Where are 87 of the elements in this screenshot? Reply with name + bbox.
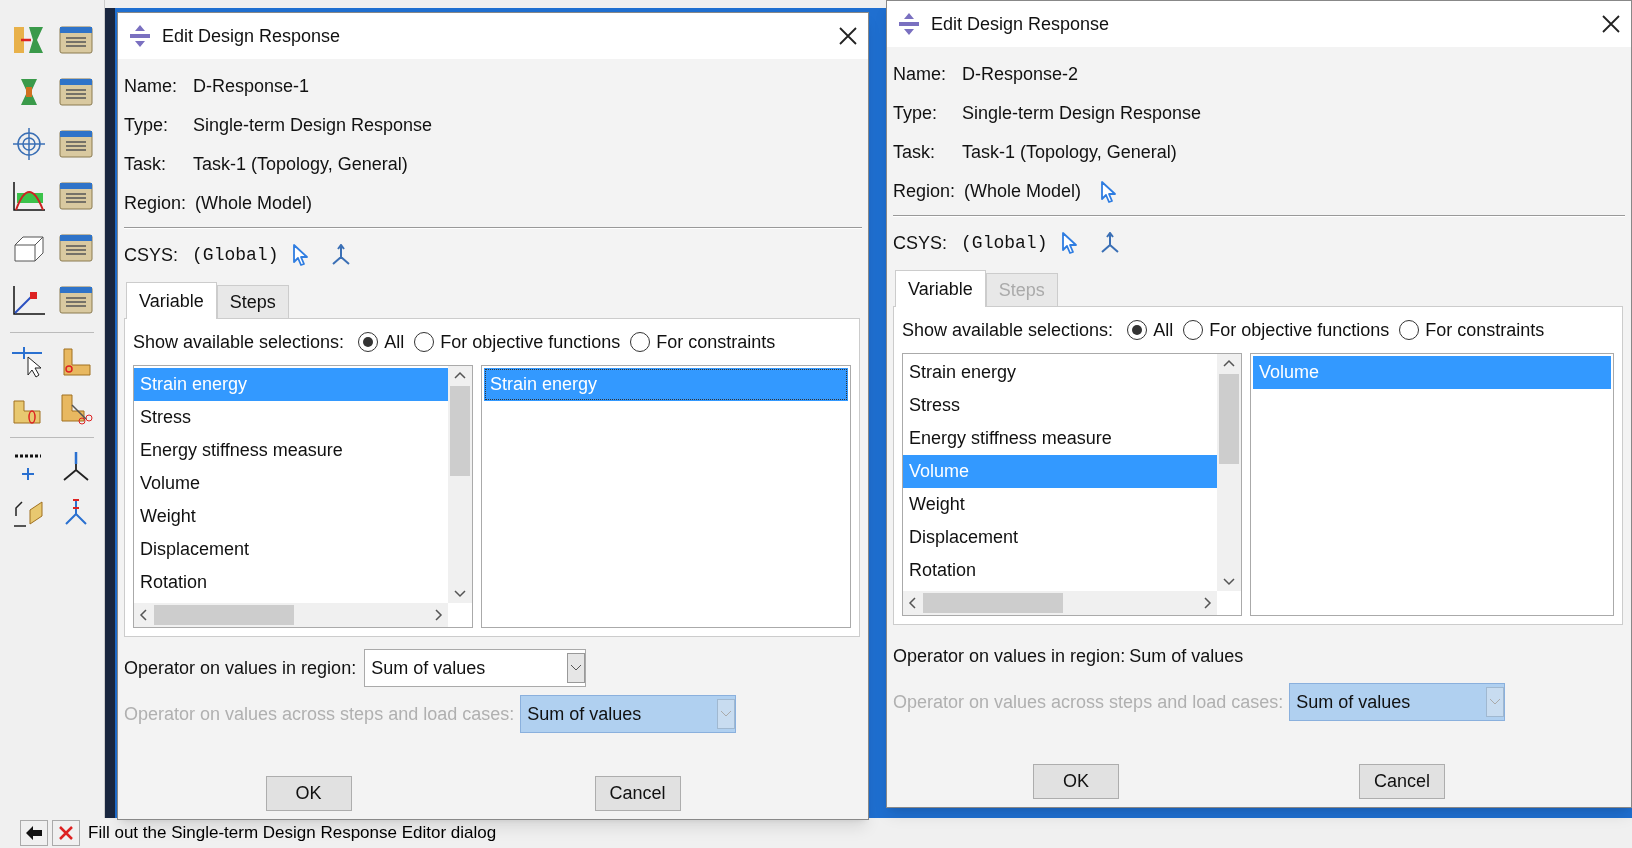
- table-icon[interactable]: [59, 182, 93, 210]
- dialog-button[interactable]: Cancel: [594, 776, 681, 811]
- target-icon[interactable]: [11, 127, 47, 161]
- operator-dropdown[interactable]: Sum of values: [364, 649, 587, 687]
- field-label: CSYS:: [893, 231, 948, 255]
- vertical-scrollbar[interactable]: [448, 366, 472, 603]
- steps-operator-label: Operator on values across steps and load cases:: [893, 690, 1284, 714]
- prompt-text: Fill out the Single-term Design Response Editor dialog: [88, 822, 497, 845]
- radio-button[interactable]: [414, 332, 435, 352]
- list-item[interactable]: Displacement: [134, 533, 448, 566]
- selections-label: Show available selections:: [902, 318, 1114, 342]
- vertical-scrollbar[interactable]: [1217, 354, 1241, 591]
- horizontal-scrollbar[interactable]: [903, 591, 1217, 615]
- list-item[interactable]: Stress: [903, 389, 1217, 422]
- table-icon[interactable]: [59, 26, 93, 54]
- list-item[interactable]: Stress: [134, 401, 448, 434]
- field-value: D-Response-1: [193, 75, 310, 98]
- field-value: Task-1 (Topology, General): [962, 141, 1177, 164]
- dialog-button[interactable]: OK: [265, 776, 352, 811]
- field-value: Task-1 (Topology, General): [193, 153, 408, 176]
- selections-label: Show available selections:: [133, 330, 345, 354]
- list-item[interactable]: Rotation: [903, 554, 1217, 587]
- field-label: Type:: [124, 114, 170, 137]
- operator-label: Operator on values in region:: [893, 644, 1126, 668]
- field-value: (Whole Model): [964, 180, 1082, 203]
- field-label: Task:: [124, 153, 167, 176]
- cancel-button[interactable]: [52, 820, 80, 846]
- tab[interactable]: Variable: [126, 282, 217, 319]
- table-icon[interactable]: [59, 78, 93, 106]
- radio-button[interactable]: [358, 332, 379, 352]
- horizontal-scrollbar[interactable]: [134, 603, 448, 627]
- list-item[interactable]: Energy stiffness measure: [903, 422, 1217, 455]
- operator-label: Operator on values in region:: [124, 656, 357, 680]
- operator-value: Sum of values: [1129, 644, 1244, 668]
- select-arrow-icon[interactable]: [1100, 180, 1119, 203]
- back-button[interactable]: [20, 820, 48, 846]
- select-arrow-icon[interactable]: [1061, 232, 1080, 254]
- radio-label: For objective functions: [440, 330, 621, 354]
- field-label: Region:: [124, 192, 187, 215]
- back-arrow-icon: [24, 825, 44, 841]
- radio-label: For constraints: [656, 330, 776, 354]
- list-item[interactable]: Displacement: [903, 521, 1217, 554]
- list-item[interactable]: Rotation: [134, 566, 448, 599]
- radio-button[interactable]: [1183, 320, 1204, 340]
- radio-label: All: [384, 330, 405, 354]
- select-arrow-icon[interactable]: [292, 244, 311, 266]
- list-item[interactable]: Energy stiffness measure: [134, 434, 448, 467]
- radio-label: For constraints: [1425, 318, 1545, 342]
- design-response-icon: [128, 24, 152, 48]
- field-label: Name:: [124, 75, 178, 98]
- steps-operator-label: Operator on values across steps and load cases:: [124, 702, 515, 726]
- line-plot-icon[interactable]: [11, 283, 47, 317]
- dialog-button[interactable]: OK: [1033, 764, 1119, 799]
- table-icon[interactable]: [59, 286, 93, 314]
- field-value: (Whole Model): [195, 192, 313, 215]
- scissors-icon[interactable]: [58, 391, 94, 425]
- table-icon[interactable]: [59, 234, 93, 262]
- close-icon: [58, 825, 74, 841]
- window-title: Edit Design Response: [162, 24, 342, 48]
- list-item[interactable]: Volume: [134, 467, 448, 500]
- list-item[interactable]: Weight: [134, 500, 448, 533]
- dialog-button[interactable]: Cancel: [1359, 764, 1445, 799]
- field-value: (Global): [961, 231, 1048, 255]
- tab[interactable]: Variable: [895, 270, 986, 307]
- radio-label: For objective functions: [1209, 318, 1390, 342]
- radio-button[interactable]: [1127, 320, 1148, 340]
- table-icon[interactable]: [59, 130, 93, 158]
- field-value: Single-term Design Response: [962, 102, 1202, 125]
- tab[interactable]: Steps: [216, 285, 289, 318]
- field-label: CSYS:: [124, 243, 179, 267]
- field-value: Single-term Design Response: [193, 114, 433, 137]
- close-icon[interactable]: [1601, 14, 1621, 34]
- close-icon[interactable]: [838, 26, 858, 46]
- window-title: Edit Design Response: [931, 12, 1111, 36]
- design-response-icon: [897, 12, 921, 36]
- radio-button[interactable]: [1399, 320, 1420, 340]
- field-label: Task:: [893, 141, 936, 164]
- field-value: (Global): [192, 243, 279, 267]
- field-label: Name:: [893, 63, 947, 86]
- list-item[interactable]: Weight: [903, 488, 1217, 521]
- field-label: Region:: [893, 180, 956, 203]
- list-item[interactable]: Strain energy: [903, 356, 1217, 389]
- radio-label: All: [1153, 318, 1174, 342]
- field-value: D-Response-2: [962, 63, 1079, 86]
- field-label: Type:: [893, 102, 939, 125]
- radio-button[interactable]: [630, 332, 651, 352]
- load-curve-icon[interactable]: [11, 179, 47, 213]
